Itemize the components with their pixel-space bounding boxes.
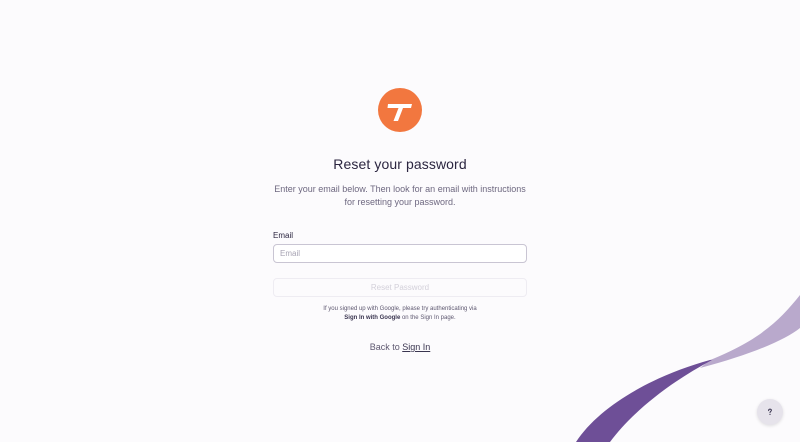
google-note-suffix: on the Sign In page. [400, 315, 456, 321]
wave-light-band [700, 295, 800, 368]
google-note-prefix: If you signed up with Google, please try… [323, 306, 477, 312]
reset-password-page: Reset your password Enter your email bel… [0, 0, 800, 442]
decorative-wave [576, 295, 800, 442]
page-title: Reset your password [333, 156, 467, 172]
back-to-signin: Back to Sign In [0, 342, 800, 352]
brand-logo [378, 88, 422, 132]
reset-password-button[interactable]: Reset Password [273, 278, 527, 297]
back-prefix: Back to [369, 342, 403, 352]
google-note-bold: Sign In with Google [344, 315, 401, 321]
help-button[interactable] [757, 399, 783, 425]
google-signin-note: If you signed up with Google, please try… [270, 305, 530, 323]
sign-in-link[interactable]: Sign In [402, 342, 430, 352]
help-icon [768, 408, 772, 415]
page-subtitle: Enter your email below. Then look for an… [274, 184, 526, 207]
email-input[interactable] [273, 244, 527, 263]
brand-t-logo-icon [378, 88, 422, 132]
email-label: Email [273, 231, 294, 240]
wave-dark-band [576, 360, 712, 442]
